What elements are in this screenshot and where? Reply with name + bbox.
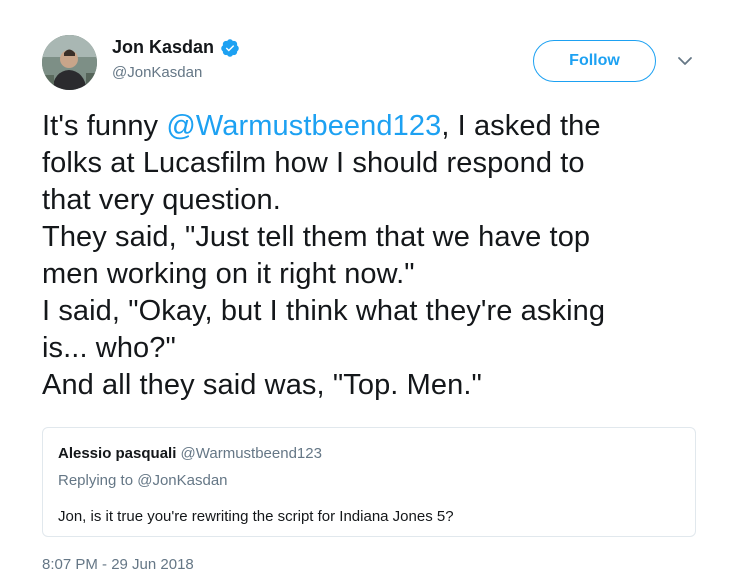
tweet-timestamp[interactable]: 8:07 PM - 29 Jun 2018 xyxy=(42,556,194,573)
tweet-text: It's funny @Warmustbeend123, I asked the… xyxy=(42,108,702,404)
tweet-text-segment: , I asked the xyxy=(441,110,601,142)
quoted-tweet-header: Alessio pasquali @Warmustbeend123 xyxy=(58,445,322,462)
quoted-author-handle: @Warmustbeend123 xyxy=(180,445,322,462)
tweet-text-segment: It's funny xyxy=(42,110,167,142)
tweet-line: that very question. xyxy=(42,184,281,216)
follow-button[interactable]: Follow xyxy=(533,40,656,82)
verified-badge-icon xyxy=(220,38,240,58)
replying-to-label: Replying to @JonKasdan xyxy=(58,472,228,489)
tweet-line: And all they said was, "Top. Men." xyxy=(42,369,482,401)
avatar[interactable] xyxy=(42,35,97,90)
author-name[interactable]: Jon Kasdan xyxy=(112,37,214,58)
tweet-line: is... who?" xyxy=(42,332,176,364)
author-name-row[interactable]: Jon Kasdan xyxy=(112,37,240,58)
tweet-line: I said, "Okay, but I think what they're … xyxy=(42,295,606,327)
tweet-line: It's funny @Warmustbeend123, I asked the xyxy=(42,108,702,145)
quoted-tweet[interactable]: Alessio pasquali @Warmustbeend123 Replyi… xyxy=(42,427,696,537)
quoted-author-name: Alessio pasquali xyxy=(58,445,177,462)
quoted-tweet-text: Jon, is it true you're rewriting the scr… xyxy=(58,508,454,525)
avatar-image xyxy=(42,35,97,90)
tweet-line: men working on it right now." xyxy=(42,258,415,290)
mention-link[interactable]: @Warmustbeend123 xyxy=(166,110,441,142)
tweet-line: They said, "Just tell them that we have … xyxy=(42,221,591,253)
tweet-line: folks at Lucasfilm how I should respond … xyxy=(42,147,585,179)
author-handle[interactable]: @JonKasdan xyxy=(112,64,202,81)
chevron-down-icon[interactable] xyxy=(676,52,694,70)
